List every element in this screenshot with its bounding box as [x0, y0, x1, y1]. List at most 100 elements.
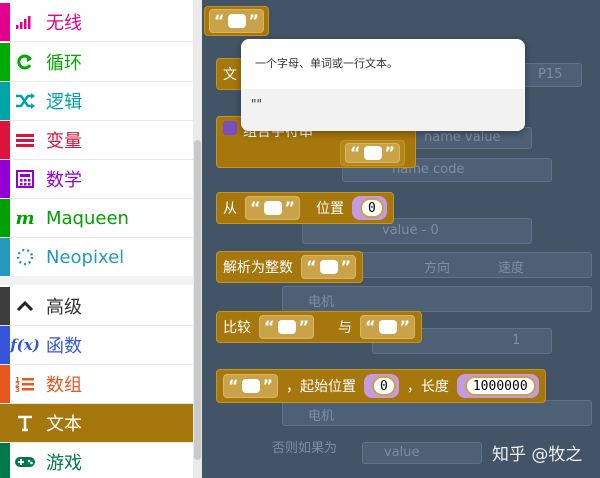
- string-value-pill[interactable]: [319, 260, 338, 274]
- text-length-block[interactable]: 文: [216, 58, 244, 90]
- category-stripe: [0, 121, 10, 159]
- chevron-up-icon: [10, 287, 40, 325]
- category-label: 变量: [46, 131, 82, 152]
- category-stripe: [0, 3, 10, 41]
- string-slot[interactable]: “”: [345, 143, 401, 163]
- block-label: 比较: [223, 320, 251, 336]
- text-literal-block[interactable]: “”: [204, 6, 270, 36]
- string-slot[interactable]: “”: [209, 9, 265, 33]
- string-value-pill[interactable]: [363, 146, 382, 160]
- category-label: 数组: [46, 375, 82, 396]
- calculator-icon: [10, 160, 40, 198]
- quote-close-mark: ”: [340, 257, 352, 276]
- m-icon: m: [15, 207, 35, 229]
- number-slot[interactable]: 1000000: [456, 374, 539, 398]
- block-label: 位置: [316, 201, 345, 217]
- function-icon: f(x): [10, 336, 40, 354]
- quote-open-mark: “: [228, 376, 239, 395]
- char-at-block[interactable]: 从 “” 位置 0: [216, 192, 394, 224]
- category-stripe: [0, 199, 10, 237]
- category-maqueen[interactable]: m Maqueen: [0, 199, 193, 238]
- block-label: ，起始位置: [286, 379, 357, 395]
- length-number-input[interactable]: 1000000: [464, 376, 536, 396]
- category-loops[interactable]: 循环: [0, 43, 193, 82]
- substring-block[interactable]: “” ，起始位置 0 ，长度 1000000: [216, 369, 546, 403]
- category-label: 高级: [46, 297, 82, 318]
- gear-icon[interactable]: [223, 121, 237, 135]
- parse-int-block[interactable]: 解析为整数 “”: [216, 251, 364, 283]
- category-stripe: [0, 365, 10, 403]
- category-variables[interactable]: 变量: [0, 121, 193, 160]
- toolbox-separator: [0, 276, 193, 285]
- quote-open-mark: “: [365, 317, 376, 336]
- quote-close-mark: ”: [384, 143, 396, 162]
- category-math[interactable]: 数学: [0, 160, 193, 199]
- category-arrays[interactable]: 123 数组: [0, 365, 193, 404]
- category-label: 函数: [46, 336, 82, 357]
- string-value-pill[interactable]: [378, 320, 397, 334]
- category-label: Maqueen: [46, 207, 129, 229]
- quote-close-mark: ”: [248, 11, 260, 30]
- block-tooltip: 一个字母、单词或一行文本。 "": [241, 39, 525, 131]
- string-slot[interactable]: “”: [360, 315, 416, 339]
- quote-close-mark: ”: [298, 317, 310, 336]
- toolbox-scrollbar[interactable]: [193, 0, 202, 478]
- category-radio[interactable]: 无线: [0, 3, 193, 42]
- ghost-text: P15: [538, 67, 563, 82]
- string-slot[interactable]: “”: [301, 255, 357, 279]
- block-label: 从: [223, 201, 237, 217]
- category-game[interactable]: 游戏: [0, 443, 193, 478]
- dotted-circle-icon: [10, 238, 40, 276]
- tooltip-footer: [241, 89, 525, 131]
- category-label: Neopixel: [46, 246, 125, 268]
- ghost-text: 方向: [424, 261, 451, 276]
- quote-close-mark: ”: [284, 198, 296, 217]
- quote-open-mark: “: [250, 198, 261, 217]
- watermark: 知乎 @牧之: [492, 445, 583, 465]
- category-stripe: [0, 443, 10, 478]
- string-value-pill[interactable]: [227, 14, 246, 28]
- tooltip-description: 一个字母、单词或一行文本。: [255, 57, 398, 70]
- quote-open-mark: “: [306, 257, 317, 276]
- category-advanced[interactable]: 高级: [0, 287, 193, 326]
- tooltip-value: "": [251, 97, 263, 111]
- ghost-text: 电机: [308, 409, 335, 424]
- category-stripe: [0, 404, 10, 442]
- quote-close-mark: ”: [262, 376, 274, 395]
- string-slot[interactable]: “”: [259, 315, 315, 339]
- category-label: 游戏: [46, 453, 82, 474]
- start-number-input[interactable]: 0: [372, 376, 396, 396]
- ghost-text: 否则如果为: [272, 441, 338, 456]
- scrollbar-thumb[interactable]: [194, 140, 201, 460]
- ghost-text: 速度: [498, 261, 525, 276]
- numbered-list-icon: 123: [10, 365, 40, 403]
- category-neopixel[interactable]: Neopixel: [0, 238, 193, 277]
- category-label: 逻辑: [46, 92, 82, 113]
- svg-text:3: 3: [15, 386, 20, 393]
- position-number-input[interactable]: 0: [360, 198, 384, 218]
- ghost-text: 电机: [308, 295, 335, 310]
- string-value-pill[interactable]: [241, 379, 260, 393]
- quote-close-mark: ”: [399, 317, 411, 336]
- join-string-input[interactable]: “”: [340, 140, 406, 166]
- string-slot[interactable]: “”: [245, 196, 301, 220]
- number-slot[interactable]: 0: [364, 374, 399, 398]
- category-stripe: [0, 160, 10, 198]
- number-slot[interactable]: 0: [352, 196, 387, 220]
- string-slot[interactable]: “”: [223, 374, 279, 398]
- shuffle-icon: [10, 82, 40, 120]
- ghost-block: [362, 442, 482, 464]
- category-text[interactable]: 文本: [0, 404, 193, 443]
- loop-icon: [10, 43, 40, 81]
- string-value-pill[interactable]: [263, 201, 282, 215]
- category-functions[interactable]: f(x) 函数: [0, 326, 193, 365]
- quote-open-mark: “: [264, 317, 275, 336]
- ghost-text: name value: [424, 130, 501, 145]
- ghost-text: value: [384, 445, 420, 460]
- category-label: 文本: [46, 414, 82, 435]
- block-label: 文: [223, 67, 237, 83]
- compare-block[interactable]: 比较 “” 与 “”: [216, 311, 423, 343]
- category-logic[interactable]: 逻辑: [0, 82, 193, 121]
- category-label: 数学: [46, 170, 82, 191]
- string-value-pill[interactable]: [277, 320, 296, 334]
